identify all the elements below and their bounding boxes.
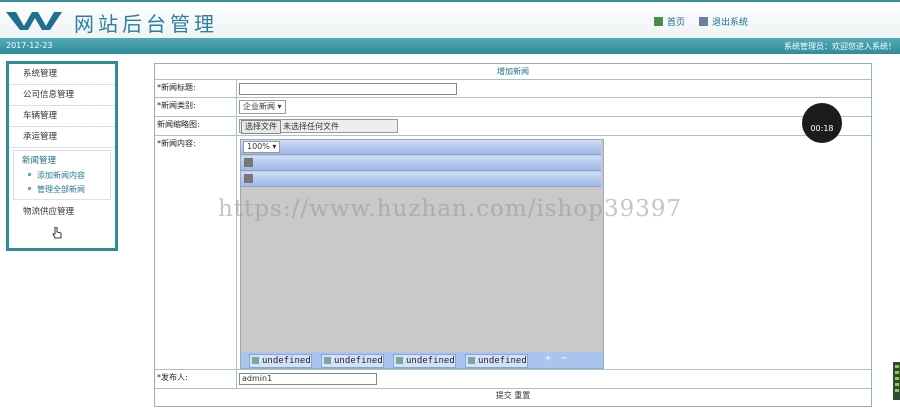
editor-mode-button[interactable]: undefined (393, 354, 456, 368)
editor-mode-button[interactable]: undefined (321, 354, 384, 368)
choose-file-button[interactable]: 选择文件 (241, 120, 281, 134)
recording-timer: 00:18 (802, 103, 842, 143)
editor-toolbar-row (241, 172, 601, 187)
editor-mode-button[interactable]: undefined (465, 354, 528, 368)
add-news-form: 增加新闻 *新闻标题: *新闻类别: 企业新闻 ▾ 新闻缩略图: 选择文件 未选择… (154, 63, 872, 407)
news-category-label: *新闻类别: (155, 98, 237, 116)
news-title-label: *新闻标题: (155, 80, 237, 97)
chevron-down-icon: ▾ (277, 102, 282, 111)
form-title-row: 增加新闻 (155, 64, 871, 80)
row-publisher: *发布人: admin1 (155, 370, 871, 389)
row-news-category: *新闻类别: 企业新闻 ▾ (155, 98, 871, 117)
editor-bottom-bar: undefined undefined undefined undefined … (241, 352, 603, 368)
news-image-label: 新闻缩略图: (155, 117, 237, 135)
publisher-label: *发布人: (155, 370, 237, 388)
form-title: 增加新闻 (497, 67, 529, 76)
nav-logout-link[interactable]: 退出系统 (698, 15, 748, 28)
publisher-input[interactable]: admin1 (239, 373, 377, 385)
sidebar-subitem-add-news[interactable]: 添加新闻内容 (14, 169, 110, 183)
info-icon[interactable] (244, 174, 253, 183)
sidebar-menu: 系统管理 公司信息管理 车辆管理 承运管理 新闻管理 添加新闻内容 管理全部新闻… (6, 61, 118, 251)
file-upload: 选择文件 未选择任何文件 (239, 119, 398, 134)
news-title-input[interactable] (239, 83, 457, 95)
hand-cursor-icon (52, 227, 62, 239)
editor-toolbar-zoom: 100% ▾ (241, 140, 601, 155)
site-title: 网站后台管理 (74, 12, 218, 36)
editor-mode-button[interactable]: undefined (249, 354, 312, 368)
app-header: 网站后台管理 首页 退出系统 (0, 0, 900, 38)
file-status-text: 未选择任何文件 (283, 122, 339, 131)
sidebar-item-shipping[interactable]: 承运管理 (9, 127, 115, 148)
sidebar-item-system[interactable]: 系统管理 (9, 64, 115, 85)
sidebar-item-logistics[interactable]: 物流供应管理 (9, 202, 115, 222)
news-content-label: *新闻内容: (155, 136, 237, 369)
nav-home-link[interactable]: 首页 (653, 15, 685, 28)
sidebar-subitem-manage-news[interactable]: 管理全部新闻 (14, 183, 110, 197)
watermark-text: https://www.huzhan.com/ishop39397 (218, 196, 683, 222)
side-widget-handle[interactable] (893, 362, 900, 400)
form-actions: 提交 重置 (155, 389, 871, 403)
editor-toolbar-row (241, 156, 601, 171)
reset-button[interactable]: 重置 (514, 391, 530, 400)
status-bar: 2017-12-23 系统管理员：欢迎您进入系统！ (0, 38, 900, 54)
image-icon[interactable] (244, 158, 253, 167)
sidebar-item-vehicles[interactable]: 车辆管理 (9, 106, 115, 127)
submit-button[interactable]: 提交 (496, 391, 512, 400)
news-category-select[interactable]: 企业新闻 ▾ (239, 100, 286, 114)
top-nav: 首页 退出系统 (653, 15, 748, 28)
sidebar-item-news[interactable]: 新闻管理 (14, 153, 110, 169)
row-news-title: *新闻标题: (155, 80, 871, 98)
row-news-image: 新闻缩略图: 选择文件 未选择任何文件 (155, 117, 871, 136)
plus-icon[interactable]: + (545, 353, 551, 364)
zoom-select[interactable]: 100% ▾ (243, 141, 281, 153)
sidebar-group-news: 新闻管理 添加新闻内容 管理全部新闻 (13, 150, 111, 200)
logo-icon (6, 12, 62, 30)
home-icon (653, 17, 663, 26)
sidebar-item-company[interactable]: 公司信息管理 (9, 85, 115, 106)
minus-icon[interactable]: − (561, 353, 567, 364)
current-date: 2017-12-23 (6, 41, 53, 50)
rich-text-editor[interactable]: 100% ▾ undefined undefined undefined und… (240, 139, 604, 369)
logout-icon (698, 17, 708, 26)
welcome-text: 系统管理员：欢迎您进入系统！ (784, 42, 896, 51)
